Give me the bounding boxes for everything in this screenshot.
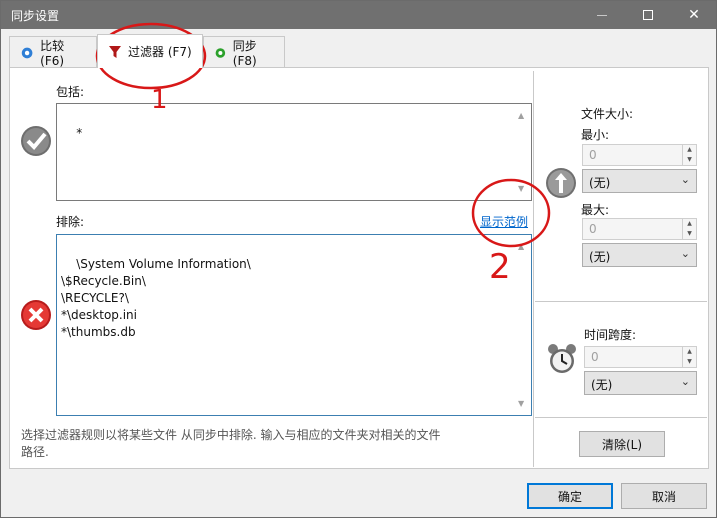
checkmark-icon — [21, 126, 51, 156]
include-scrollbar[interactable]: ▲ ▼ — [516, 105, 530, 199]
tab-filter[interactable]: 过滤器 (F7) — [97, 34, 203, 68]
tab-sync-label: 同步 (F8) — [232, 39, 257, 68]
exclude-scrollbar[interactable]: ▲ ▼ — [516, 236, 530, 414]
divider — [535, 417, 707, 418]
min-label: 最小: — [581, 128, 610, 142]
chevron-down-icon: ⌄ — [680, 173, 690, 186]
scroll-down-icon: ▼ — [518, 399, 525, 408]
time-span-unit: (无) — [591, 378, 613, 392]
min-size-unit: (无) — [589, 176, 611, 190]
exclude-textarea[interactable]: \System Volume Information\ \$Recycle.Bi… — [56, 234, 532, 416]
gear-icon — [21, 47, 33, 58]
chevron-down-icon: ⌄ — [680, 247, 690, 260]
cancel-button[interactable]: 取消 — [621, 483, 707, 509]
green-gear-icon — [215, 47, 226, 58]
include-textarea[interactable]: * ▲ ▼ — [56, 103, 532, 201]
tab-compare-label: 比较 (F6) — [40, 39, 65, 68]
time-span-spinner[interactable]: 0 ▲ ▼ — [584, 346, 697, 368]
size-arrows-icon — [546, 168, 576, 198]
alarm-clock-icon — [548, 344, 576, 373]
maximize-icon — [643, 10, 653, 20]
exclude-label: 排除: — [56, 215, 85, 229]
filter-hint-text: 选择过滤器规则以将某些文件 从同步中排除. 输入与相应的文件夹对相关的文件路径. — [21, 428, 441, 459]
max-size-unit: (无) — [589, 250, 611, 264]
spin-up-icon[interactable]: ▲ — [683, 347, 696, 357]
sync-settings-dialog: 同步设置 ✕ 比较 (F6) 过滤器 (F7) 同步 (F8) 包括: * ▲ … — [0, 0, 717, 518]
title-bar: 同步设置 ✕ — [1, 1, 716, 29]
tab-compare[interactable]: 比较 (F6) — [9, 36, 97, 68]
max-size-value: 0 — [589, 222, 597, 236]
minimize-button[interactable] — [579, 1, 625, 29]
scroll-up-icon: ▲ — [518, 242, 525, 251]
minimize-icon — [597, 14, 607, 16]
funnel-icon — [109, 45, 121, 58]
scroll-down-icon: ▼ — [518, 184, 525, 193]
spin-down-icon[interactable]: ▼ — [683, 229, 696, 239]
scroll-up-icon: ▲ — [518, 111, 525, 120]
close-icon: ✕ — [688, 7, 700, 23]
maximize-button[interactable] — [625, 1, 671, 29]
tab-filter-label: 过滤器 (F7) — [128, 45, 192, 59]
vertical-divider — [533, 71, 534, 467]
include-text: * — [76, 126, 83, 140]
min-size-spinner[interactable]: 0 ▲ ▼ — [582, 144, 697, 166]
time-span-value: 0 — [591, 350, 599, 364]
max-size-unit-select[interactable]: (无) ⌄ — [582, 243, 697, 267]
min-size-unit-select[interactable]: (无) ⌄ — [582, 169, 697, 193]
include-label: 包括: — [56, 85, 85, 99]
ok-button[interactable]: 确定 — [527, 483, 613, 509]
exclude-text: \System Volume Information\ \$Recycle.Bi… — [61, 257, 251, 339]
show-examples-link[interactable]: 显示范例 — [480, 213, 528, 230]
chevron-down-icon: ⌄ — [680, 375, 690, 388]
max-label: 最大: — [581, 203, 610, 217]
time-span-label: 时间跨度: — [584, 328, 637, 342]
clear-button[interactable]: 清除(L) — [579, 431, 665, 457]
tab-sync[interactable]: 同步 (F8) — [203, 36, 285, 68]
spin-down-icon[interactable]: ▼ — [683, 155, 696, 165]
max-size-spinner[interactable]: 0 ▲ ▼ — [582, 218, 697, 240]
min-size-value: 0 — [589, 148, 597, 162]
close-button[interactable]: ✕ — [671, 1, 717, 29]
window-title: 同步设置 — [11, 9, 60, 23]
spin-up-icon[interactable]: ▲ — [683, 219, 696, 229]
spin-up-icon[interactable]: ▲ — [683, 145, 696, 155]
time-span-unit-select[interactable]: (无) ⌄ — [584, 371, 697, 395]
x-circle-icon — [21, 300, 51, 330]
spin-down-icon[interactable]: ▼ — [683, 357, 696, 367]
divider — [535, 301, 707, 302]
file-size-label: 文件大小: — [581, 107, 634, 121]
